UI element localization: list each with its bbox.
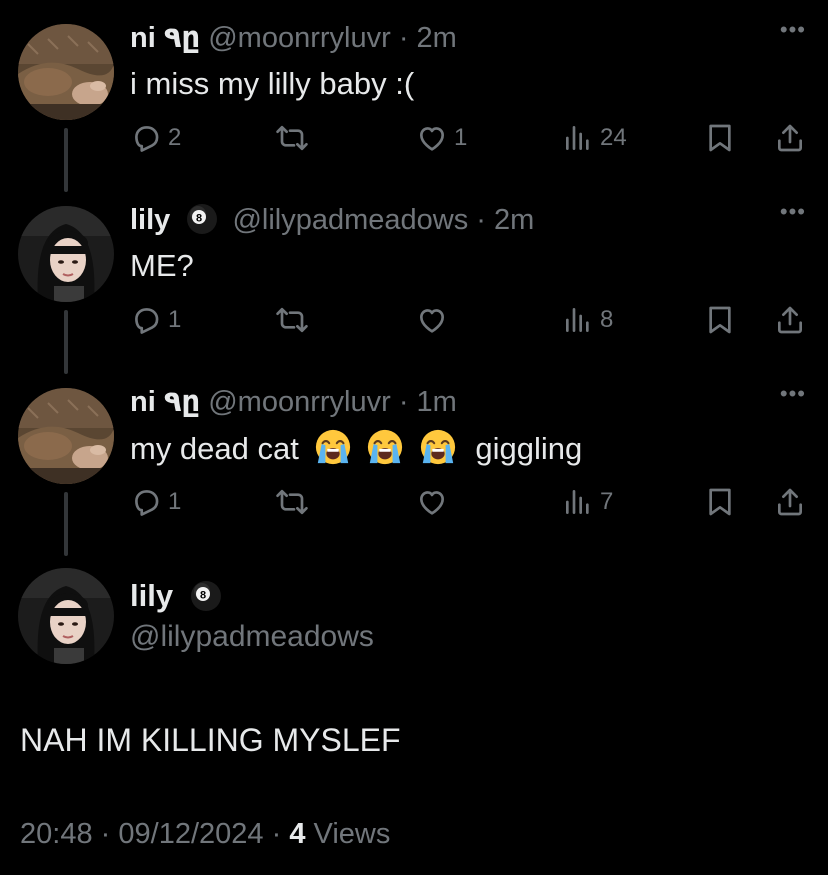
- separator: ·: [271, 818, 282, 850]
- reply-count: 1: [168, 488, 182, 515]
- tweet-header: ni ٩ը @moonrryluvr · 1m: [130, 382, 457, 422]
- post-date[interactable]: 09/12/2024: [118, 818, 263, 850]
- share-upload-icon: [774, 122, 806, 154]
- avatar[interactable]: [18, 388, 114, 484]
- tweet-text-start: my dead cat: [130, 431, 299, 466]
- thread-connector: [64, 492, 68, 556]
- display-name[interactable]: ni ٩ը: [130, 386, 200, 418]
- heart-icon: [416, 486, 448, 518]
- loudly-crying-face-icon: [366, 428, 404, 466]
- views-bar-chart-icon: [562, 486, 594, 518]
- view-count: 24: [600, 124, 627, 151]
- separator: ·: [476, 204, 486, 236]
- reply-count: 2: [168, 124, 182, 151]
- share-button[interactable]: [774, 302, 806, 338]
- views-button[interactable]: 24: [562, 120, 627, 156]
- bookmark-icon: [704, 486, 736, 518]
- like-button[interactable]: [416, 302, 454, 338]
- share-button[interactable]: [774, 484, 806, 520]
- bookmark-button[interactable]: [704, 302, 736, 338]
- focused-tweet-header: lily: [130, 576, 228, 616]
- reply-bubble-icon: [130, 122, 162, 154]
- more-horizontal-icon[interactable]: •••: [780, 383, 806, 405]
- loudly-crying-face-icon: [419, 428, 457, 466]
- share-upload-icon: [774, 486, 806, 518]
- retweet-icon: [276, 304, 308, 336]
- thread-tweet[interactable]: ni ٩ը @moonrryluvr · 2m ••• i miss my li…: [0, 0, 828, 192]
- reply-bubble-icon: [130, 304, 162, 336]
- action-bar: 1 7: [130, 484, 810, 520]
- bookmark-icon: [704, 122, 736, 154]
- user-handle[interactable]: @lilypadmeadows: [232, 204, 468, 236]
- tweet-text: my dead cat giggling: [130, 428, 582, 469]
- like-button[interactable]: [416, 484, 454, 520]
- more-horizontal-icon[interactable]: •••: [780, 201, 806, 223]
- reply-count: 1: [168, 306, 182, 333]
- view-count: 8: [600, 306, 614, 333]
- tweet-header: lily @lilypadmeadows · 2m: [130, 200, 534, 240]
- loudly-crying-face-icon: [314, 428, 352, 466]
- share-button[interactable]: [774, 120, 806, 156]
- heart-icon: [416, 304, 448, 336]
- retweet-button[interactable]: [276, 302, 314, 338]
- tweet-header: ni ٩ը @moonrryluvr · 2m: [130, 18, 457, 58]
- display-name[interactable]: lily: [130, 204, 170, 236]
- tweet-text: ME?: [130, 248, 194, 283]
- thread-tweet[interactable]: lily @lilypadmeadows · 2m ••• ME? 1 8: [0, 182, 828, 374]
- post-time[interactable]: 20:48: [20, 818, 93, 850]
- pool-8-ball-icon: [186, 203, 218, 235]
- tweet-meta: 20:48 · 09/12/2024 · 4 Views: [20, 812, 390, 856]
- views-button[interactable]: 8: [562, 302, 613, 338]
- more-horizontal-icon[interactable]: •••: [780, 19, 806, 41]
- reply-button[interactable]: 1: [130, 484, 181, 520]
- pool-8-ball-icon: [190, 580, 222, 612]
- retweet-icon: [276, 122, 308, 154]
- timestamp[interactable]: 2m: [494, 204, 534, 236]
- display-name[interactable]: lily: [130, 578, 173, 613]
- user-handle[interactable]: @lilypadmeadows: [130, 617, 374, 657]
- bookmark-icon: [704, 304, 736, 336]
- separator: ·: [398, 386, 409, 418]
- views-bar-chart-icon: [562, 122, 594, 154]
- heart-icon: [416, 122, 448, 154]
- avatar[interactable]: [18, 568, 114, 664]
- separator: ·: [100, 818, 111, 850]
- timestamp[interactable]: 1m: [417, 386, 457, 418]
- reply-button[interactable]: 1: [130, 302, 181, 338]
- separator: ·: [398, 22, 409, 54]
- user-handle[interactable]: @moonrryluvr: [208, 22, 391, 54]
- like-button[interactable]: 1: [416, 120, 467, 156]
- views-button[interactable]: 7: [562, 484, 613, 520]
- retweet-button[interactable]: [276, 484, 314, 520]
- reply-bubble-icon: [130, 486, 162, 518]
- views-bar-chart-icon: [562, 304, 594, 336]
- action-bar: 2 1 24: [130, 120, 810, 156]
- tweet-text: i miss my lilly baby :(: [130, 66, 415, 101]
- timestamp[interactable]: 2m: [417, 22, 457, 54]
- action-bar: 1 8: [130, 302, 810, 338]
- share-upload-icon: [774, 304, 806, 336]
- retweet-icon: [276, 486, 308, 518]
- thread-tweet[interactable]: ni ٩ը @moonrryluvr · 1m ••• my dead cat …: [0, 364, 828, 556]
- reply-button[interactable]: 2: [130, 120, 181, 156]
- like-count: 1: [454, 124, 468, 151]
- avatar[interactable]: [18, 206, 114, 302]
- view-count: 7: [600, 488, 614, 515]
- retweet-button[interactable]: [276, 120, 314, 156]
- display-name[interactable]: ni ٩ը: [130, 22, 200, 54]
- tweet-text-end: giggling: [475, 431, 583, 466]
- bookmark-button[interactable]: [704, 120, 736, 156]
- user-handle[interactable]: @moonrryluvr: [208, 386, 391, 418]
- avatar[interactable]: [18, 24, 114, 120]
- bookmark-button[interactable]: [704, 484, 736, 520]
- views-label[interactable]: Views: [314, 818, 391, 850]
- focused-tweet-text: NAH IM KILLING MYSLEF: [20, 722, 401, 758]
- views-count[interactable]: 4: [289, 818, 305, 850]
